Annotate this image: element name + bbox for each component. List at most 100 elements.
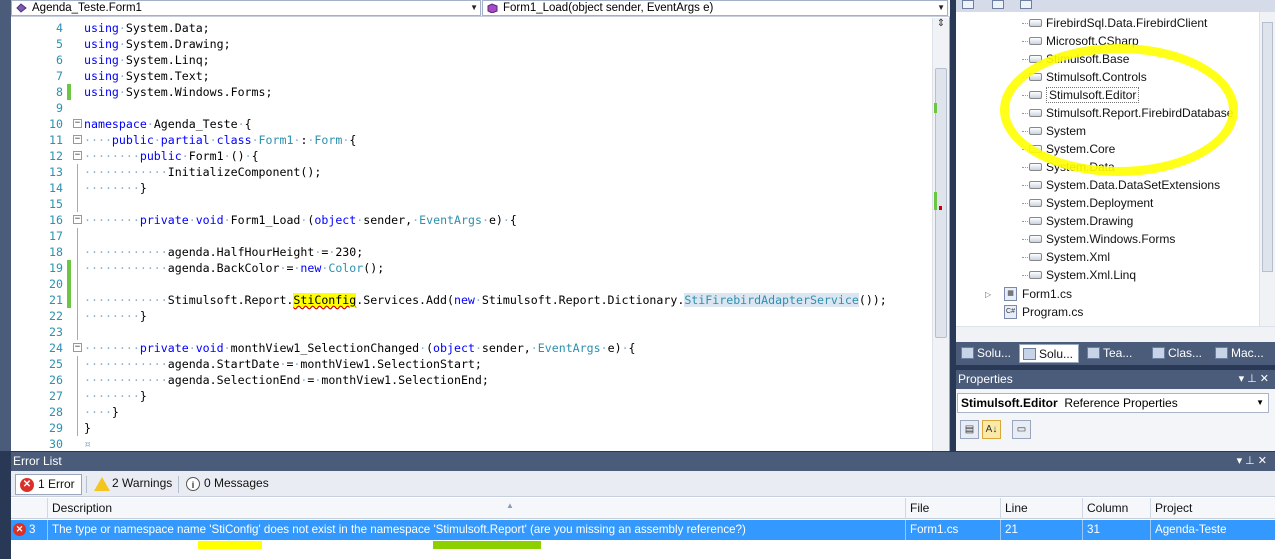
window-controls[interactable]: ▾ ⊥ ✕ — [1239, 370, 1269, 389]
collapse-icon[interactable]: − — [73, 215, 82, 224]
tab-team-explorer[interactable]: Tea... — [1084, 344, 1144, 363]
column-header-label: Description — [52, 501, 113, 515]
tab-solution-explorer-2[interactable]: Solu... — [1019, 344, 1079, 363]
code-text: ····} — [84, 405, 119, 419]
solution-explorer-icon — [961, 347, 974, 359]
code-line[interactable]: 13 ············InitializeComponent(); — [11, 164, 933, 180]
code-line[interactable]: 14 ········} — [11, 180, 933, 196]
left-dock-strip — [0, 0, 11, 451]
chevron-down-icon: ▼ — [470, 3, 478, 12]
refresh-icon[interactable] — [1020, 0, 1032, 9]
code-area[interactable]: 4 using·System.Data; 5 using·System.Drawing… — [11, 18, 933, 451]
line-number: 8 — [56, 85, 63, 99]
toolbar-separator — [178, 476, 179, 493]
code-line[interactable]: 27 ········} — [11, 388, 933, 404]
code-line[interactable]: 4 using·System.Data; — [11, 20, 933, 36]
code-line[interactable]: 8 using·System.Windows.Forms; — [11, 84, 933, 100]
scrollbar-thumb[interactable] — [1262, 22, 1273, 272]
alphabetical-sort-icon[interactable]: A↓ — [982, 420, 1001, 439]
file-label: Program.cs — [1022, 305, 1084, 319]
code-line[interactable]: 24 − ········private·void·monthView1_Selec… — [11, 340, 933, 356]
error-project: Agenda-Teste — [1150, 520, 1275, 540]
code-line[interactable]: 10 − namespace·Agenda_Teste·{ — [11, 116, 933, 132]
properties-icon[interactable] — [962, 0, 974, 9]
code-line[interactable]: 5 using·System.Drawing; — [11, 36, 933, 52]
code-editor[interactable]: Agenda_Teste.Form1 ▼ Form1_Load(object s… — [11, 0, 950, 451]
errors-filter-button[interactable]: ✕ 1 Error — [15, 474, 82, 495]
editor-vertical-scrollbar[interactable]: ⇕ — [932, 18, 949, 451]
reference-item[interactable]: System.Windows.Forms — [1022, 230, 1175, 248]
property-pages-icon[interactable]: ▭ — [1012, 420, 1031, 439]
reference-item[interactable]: System.Deployment — [1022, 194, 1153, 212]
code-text: ············agenda.BackColor·=·new·Color… — [84, 261, 385, 275]
reference-item[interactable]: FirebirdSql.Data.FirebirdClient — [1022, 14, 1207, 32]
fold-guide — [77, 292, 78, 308]
file-item-program[interactable]: C# Program.cs — [1004, 303, 1083, 321]
error-row[interactable]: ✕ 3 The type or namespace name 'StiConfi… — [11, 520, 1275, 540]
class-dropdown[interactable]: Agenda_Teste.Form1 ▼ — [11, 0, 481, 16]
messages-filter-button[interactable]: i 0 Messages — [182, 474, 275, 495]
solution-explorer[interactable]: FirebirdSql.Data.FirebirdClient Microsoft… — [956, 0, 1275, 342]
reference-item[interactable]: System.Xml — [1022, 248, 1110, 266]
code-line[interactable]: 16 − ········private·void·Form1_Load·(obje… — [11, 212, 933, 228]
reference-item[interactable]: System.Drawing — [1022, 212, 1133, 230]
solution-explorer-horizontal-scrollbar[interactable] — [956, 326, 1275, 342]
tab-class-view[interactable]: Clas... — [1149, 344, 1209, 363]
code-text: ········} — [84, 181, 147, 195]
line-number: 14 — [49, 181, 63, 195]
collapse-icon[interactable]: − — [73, 151, 82, 160]
column-header-description[interactable]: ▲ Description — [47, 498, 905, 519]
window-controls[interactable]: ▾ ⊥ ✕ — [1237, 452, 1267, 471]
code-line[interactable]: 18 ············agenda.HalfHourHeight·=·23… — [11, 244, 933, 260]
expand-arrow-icon[interactable]: ▷ — [985, 290, 991, 299]
tab-macro-explorer[interactable]: Mac... — [1212, 344, 1274, 363]
reference-item[interactable]: System.Data.DataSetExtensions — [1022, 176, 1220, 194]
collapse-icon[interactable]: − — [73, 119, 82, 128]
code-line[interactable]: 22 ········} — [11, 308, 933, 324]
column-header-file[interactable]: File — [905, 498, 1000, 519]
warnings-filter-button[interactable]: 2 Warnings — [90, 474, 178, 495]
code-line[interactable]: 6 using·System.Linq; — [11, 52, 933, 68]
code-line[interactable]: 19 ············agenda.BackColor·=·new·Col… — [11, 260, 933, 276]
error-icon: ✕ — [20, 478, 34, 492]
column-header-column[interactable]: Column — [1082, 498, 1150, 519]
collapse-icon[interactable]: − — [73, 135, 82, 144]
code-line[interactable]: 11 − ····public·partial·class·Form1·:·Form… — [11, 132, 933, 148]
method-dropdown[interactable]: Form1_Load(object sender, EventArgs e) ▼ — [482, 0, 948, 16]
change-marker — [934, 103, 937, 113]
column-header-icon[interactable] — [11, 498, 47, 519]
reference-label: System.Xml.Linq — [1046, 268, 1137, 282]
code-line[interactable]: 26 ············agenda.SelectionEnd·=·mont… — [11, 372, 933, 388]
column-header-line[interactable]: Line — [1000, 498, 1082, 519]
code-line[interactable]: 25 ············agenda.StartDate·=·monthVi… — [11, 356, 933, 372]
reference-icon — [1029, 180, 1042, 189]
solution-explorer-vertical-scrollbar[interactable] — [1259, 12, 1275, 326]
code-text: ········private·void·Form1_Load·(object·… — [84, 213, 517, 227]
code-line[interactable]: 17 — [11, 228, 933, 244]
code-line[interactable]: 9 — [11, 100, 933, 116]
code-text: ¤ — [84, 437, 91, 451]
code-text: using·System.Windows.Forms; — [84, 85, 273, 99]
object-name: Stimulsoft.Editor — [961, 396, 1058, 410]
code-line[interactable]: 12 − ········public·Form1·()·{ — [11, 148, 933, 164]
code-line[interactable]: 28 ····} — [11, 404, 933, 420]
code-line[interactable]: 23 — [11, 324, 933, 340]
reference-item[interactable]: System.Xml.Linq — [1022, 266, 1136, 284]
column-header-project[interactable]: Project — [1150, 498, 1275, 519]
code-line[interactable]: 21 ············Stimulsoft.Report.StiConfi… — [11, 292, 933, 308]
properties-object-selector[interactable]: Stimulsoft.Editor Reference Properties ▼ — [957, 393, 1269, 413]
split-handle-icon[interactable]: ⇕ — [934, 18, 948, 34]
toolbar-separator — [86, 476, 87, 493]
file-item-form1[interactable]: ▦ Form1.cs — [1004, 285, 1072, 303]
fold-guide — [77, 228, 78, 244]
code-line[interactable]: 7 using·System.Text; — [11, 68, 933, 84]
code-line[interactable]: 20 — [11, 276, 933, 292]
code-line[interactable]: 15 — [11, 196, 933, 212]
show-all-files-icon[interactable] — [992, 0, 1004, 9]
collapse-icon[interactable]: − — [73, 343, 82, 352]
tab-solution-explorer-1[interactable]: Solu... — [958, 344, 1018, 363]
code-line[interactable]: 30 ¤ — [11, 436, 933, 451]
code-line[interactable]: 29} — [11, 420, 933, 436]
categorized-icon[interactable]: ▤ — [960, 420, 979, 439]
fold-guide — [77, 308, 78, 324]
